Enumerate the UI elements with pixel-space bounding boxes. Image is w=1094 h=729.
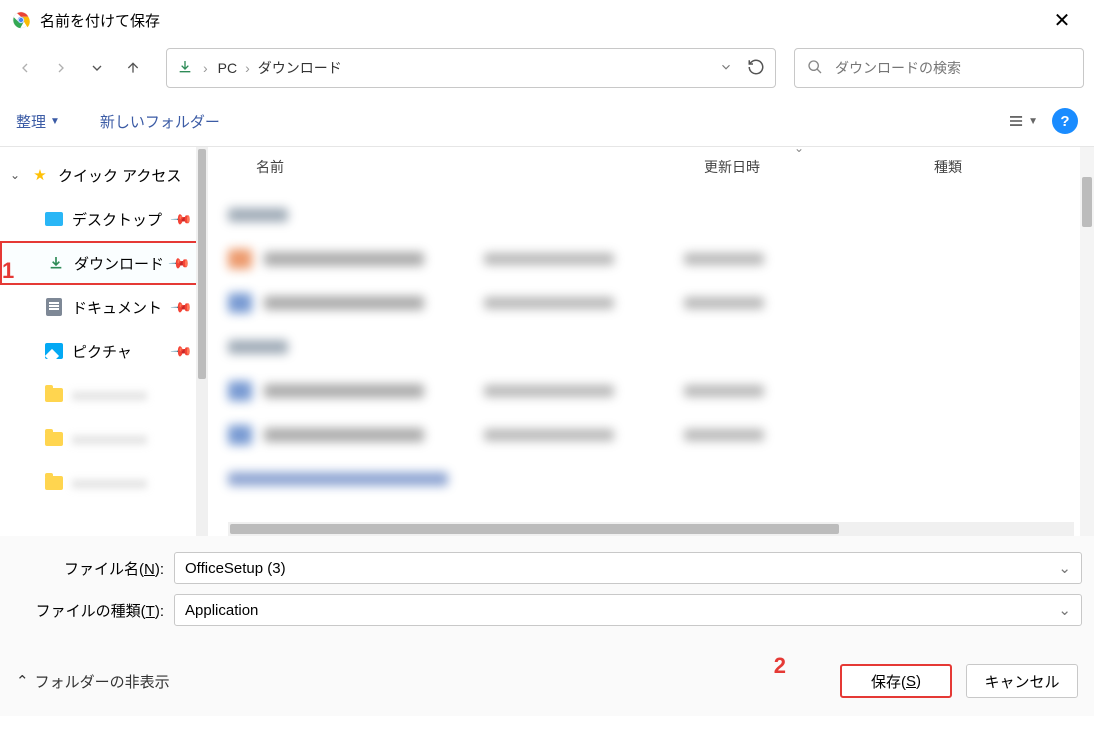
column-date[interactable]: 更新日時⌄ xyxy=(704,157,934,177)
toolbar: 整理▼ 新しいフォルダー ▼ ? xyxy=(0,106,1094,146)
sidebar-item-folder[interactable]: xxxxxxxxxx xyxy=(0,373,208,417)
search-icon xyxy=(807,59,823,78)
column-name[interactable]: 名前 xyxy=(256,157,704,177)
address-dropdown[interactable] xyxy=(719,60,733,77)
download-icon xyxy=(46,255,66,271)
pin-icon: 📌 xyxy=(167,251,191,275)
save-button[interactable]: 保存(S) xyxy=(840,664,952,698)
pin-icon: 📌 xyxy=(169,207,193,231)
nav-row: › PC › ダウンロード xyxy=(0,40,1094,106)
pin-icon: 📌 xyxy=(169,295,193,319)
back-button[interactable] xyxy=(10,53,40,83)
main-area: ⌄ ★ クイック アクセス デスクトップ 📌 ダウンロード 📌 ドキュメント 📌… xyxy=(0,146,1094,536)
hide-folders-toggle[interactable]: ⌃ フォルダーの非表示 xyxy=(16,671,170,692)
cancel-button[interactable]: キャンセル xyxy=(966,664,1078,698)
chevron-down-icon[interactable]: ⌄ xyxy=(794,141,804,155)
sidebar-item-downloads[interactable]: ダウンロード 📌 xyxy=(0,241,208,285)
breadcrumb-separator: › xyxy=(245,60,250,76)
up-button[interactable] xyxy=(118,53,148,83)
recent-dropdown[interactable] xyxy=(82,53,112,83)
star-icon: ★ xyxy=(30,166,50,184)
file-list: 名前 更新日時⌄ 種類 xyxy=(208,147,1094,536)
forward-button[interactable] xyxy=(46,53,76,83)
chevron-up-icon: ⌃ xyxy=(16,672,29,690)
sidebar: ⌄ ★ クイック アクセス デスクトップ 📌 ダウンロード 📌 ドキュメント 📌… xyxy=(0,147,208,536)
sidebar-item-folder[interactable]: xxxxxxxxxx xyxy=(0,461,208,505)
sidebar-quick-access[interactable]: ⌄ ★ クイック アクセス xyxy=(0,153,208,197)
column-type[interactable]: 種類 xyxy=(934,157,1094,177)
download-folder-icon xyxy=(177,59,193,78)
search-box[interactable] xyxy=(794,48,1084,88)
pin-icon: 📌 xyxy=(169,339,193,363)
view-options-button[interactable]: ▼ xyxy=(1008,112,1038,130)
column-headers: 名前 更新日時⌄ 種類 xyxy=(208,147,1094,187)
sidebar-scrollbar[interactable] xyxy=(196,147,208,536)
chevron-down-icon[interactable]: ⌄ xyxy=(1058,601,1071,619)
vertical-scrollbar[interactable] xyxy=(1080,147,1094,536)
bottom-panel: ファイル名(N): OfficeSetup (3)⌄ ファイルの種類(T): A… xyxy=(0,536,1094,716)
window-title: 名前を付けて保存 xyxy=(40,10,1042,31)
close-button[interactable]: ✕ xyxy=(1042,8,1082,33)
desktop-icon xyxy=(44,212,64,226)
search-input[interactable] xyxy=(833,59,1071,77)
folder-icon xyxy=(44,388,64,402)
filetype-select[interactable]: Application⌄ xyxy=(174,594,1082,626)
breadcrumb-separator: › xyxy=(203,60,208,76)
sidebar-item-folder[interactable]: xxxxxxxxxx xyxy=(0,417,208,461)
picture-icon xyxy=(44,343,64,359)
document-icon xyxy=(44,298,64,316)
title-bar: 名前を付けて保存 ✕ xyxy=(0,0,1094,40)
breadcrumb-root[interactable]: PC xyxy=(218,60,237,76)
sidebar-item-desktop[interactable]: デスクトップ 📌 xyxy=(0,197,208,241)
sidebar-item-documents[interactable]: ドキュメント 📌 xyxy=(0,285,208,329)
chevron-down-icon[interactable]: ⌄ xyxy=(8,168,22,182)
chrome-icon xyxy=(12,11,30,29)
folder-icon xyxy=(44,432,64,446)
address-bar[interactable]: › PC › ダウンロード xyxy=(166,48,776,88)
help-button[interactable]: ? xyxy=(1052,108,1078,134)
horizontal-scrollbar[interactable] xyxy=(228,522,1074,536)
breadcrumb-folder[interactable]: ダウンロード xyxy=(258,58,342,78)
new-folder-button[interactable]: 新しいフォルダー xyxy=(100,111,220,132)
file-rows-blurred xyxy=(208,187,1094,507)
filetype-label: ファイルの種類(T): xyxy=(12,600,174,621)
filename-label: ファイル名(N): xyxy=(12,558,174,579)
sidebar-item-pictures[interactable]: ピクチャ 📌 xyxy=(0,329,208,373)
refresh-button[interactable] xyxy=(747,58,765,79)
folder-icon xyxy=(44,476,64,490)
chevron-down-icon[interactable]: ⌄ xyxy=(1058,559,1071,577)
organize-button[interactable]: 整理▼ xyxy=(16,111,60,132)
filename-input[interactable]: OfficeSetup (3)⌄ xyxy=(174,552,1082,584)
